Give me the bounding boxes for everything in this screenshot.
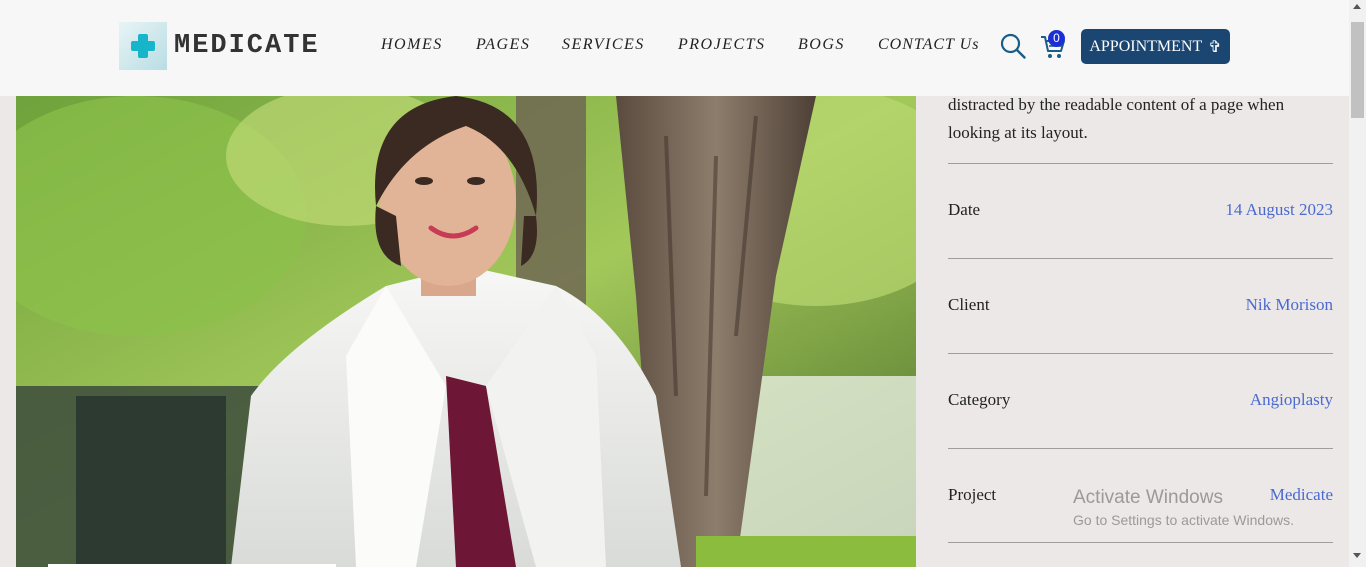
doctor-photo [16,96,916,567]
detail-label: Project [948,485,997,504]
detail-label: Client [948,295,990,314]
divider [948,163,1333,164]
detail-label: Category [948,390,1011,409]
cart-count-badge: 0 [1048,30,1065,47]
vertical-scrollbar[interactable] [1349,0,1366,567]
nav-item-projects[interactable]: PROJECTS [678,36,766,54]
nav-item-contact[interactable]: CONTACT Us [878,36,979,54]
detail-value[interactable]: Nik Morison [1246,295,1333,315]
divider [948,448,1333,449]
detail-row-category: Category Angioplasty [948,390,1333,410]
detail-value[interactable]: 14 August 2023 [1225,200,1333,220]
scrollbar-thumb[interactable] [1351,22,1364,118]
project-description: distracted by the readable content of a … [948,91,1338,147]
nav-item-blogs[interactable]: BOGS [798,36,845,54]
activate-windows-title: Activate Windows [1073,487,1223,508]
scroll-up-arrow-icon[interactable] [1353,4,1361,9]
nav-item-services[interactable]: SERVICES [562,36,645,54]
appointment-button[interactable]: APPOINTMENT ✞ [1081,29,1230,64]
medical-cross-icon [119,22,167,70]
scroll-down-arrow-icon[interactable] [1353,553,1361,558]
detail-row-client: Client Nik Morison [948,295,1333,315]
brand-name: MEDICATE [174,31,320,61]
divider [948,353,1333,354]
divider [948,258,1333,259]
appointment-label: APPOINTMENT [1089,37,1203,55]
brand-logo[interactable]: MEDICATE [119,22,320,70]
site-header: MEDICATE HOMES PAGES SERVICES PROJECTS B… [0,0,1349,96]
search-icon[interactable] [1000,33,1026,59]
detail-value[interactable]: Angioplasty [1250,390,1333,410]
detail-row-date: Date 14 August 2023 [948,200,1333,220]
plus-cross-icon: ✞ [1208,38,1222,56]
detail-value[interactable]: Medicate [1270,485,1333,505]
nav-item-homes[interactable]: HOMES [381,36,443,54]
detail-label: Date [948,200,981,219]
activate-windows-subtitle: Go to Settings to activate Windows. [1073,512,1294,528]
description-line: looking at its layout. [948,123,1088,142]
divider [948,542,1333,543]
nav-item-pages[interactable]: PAGES [476,36,530,54]
